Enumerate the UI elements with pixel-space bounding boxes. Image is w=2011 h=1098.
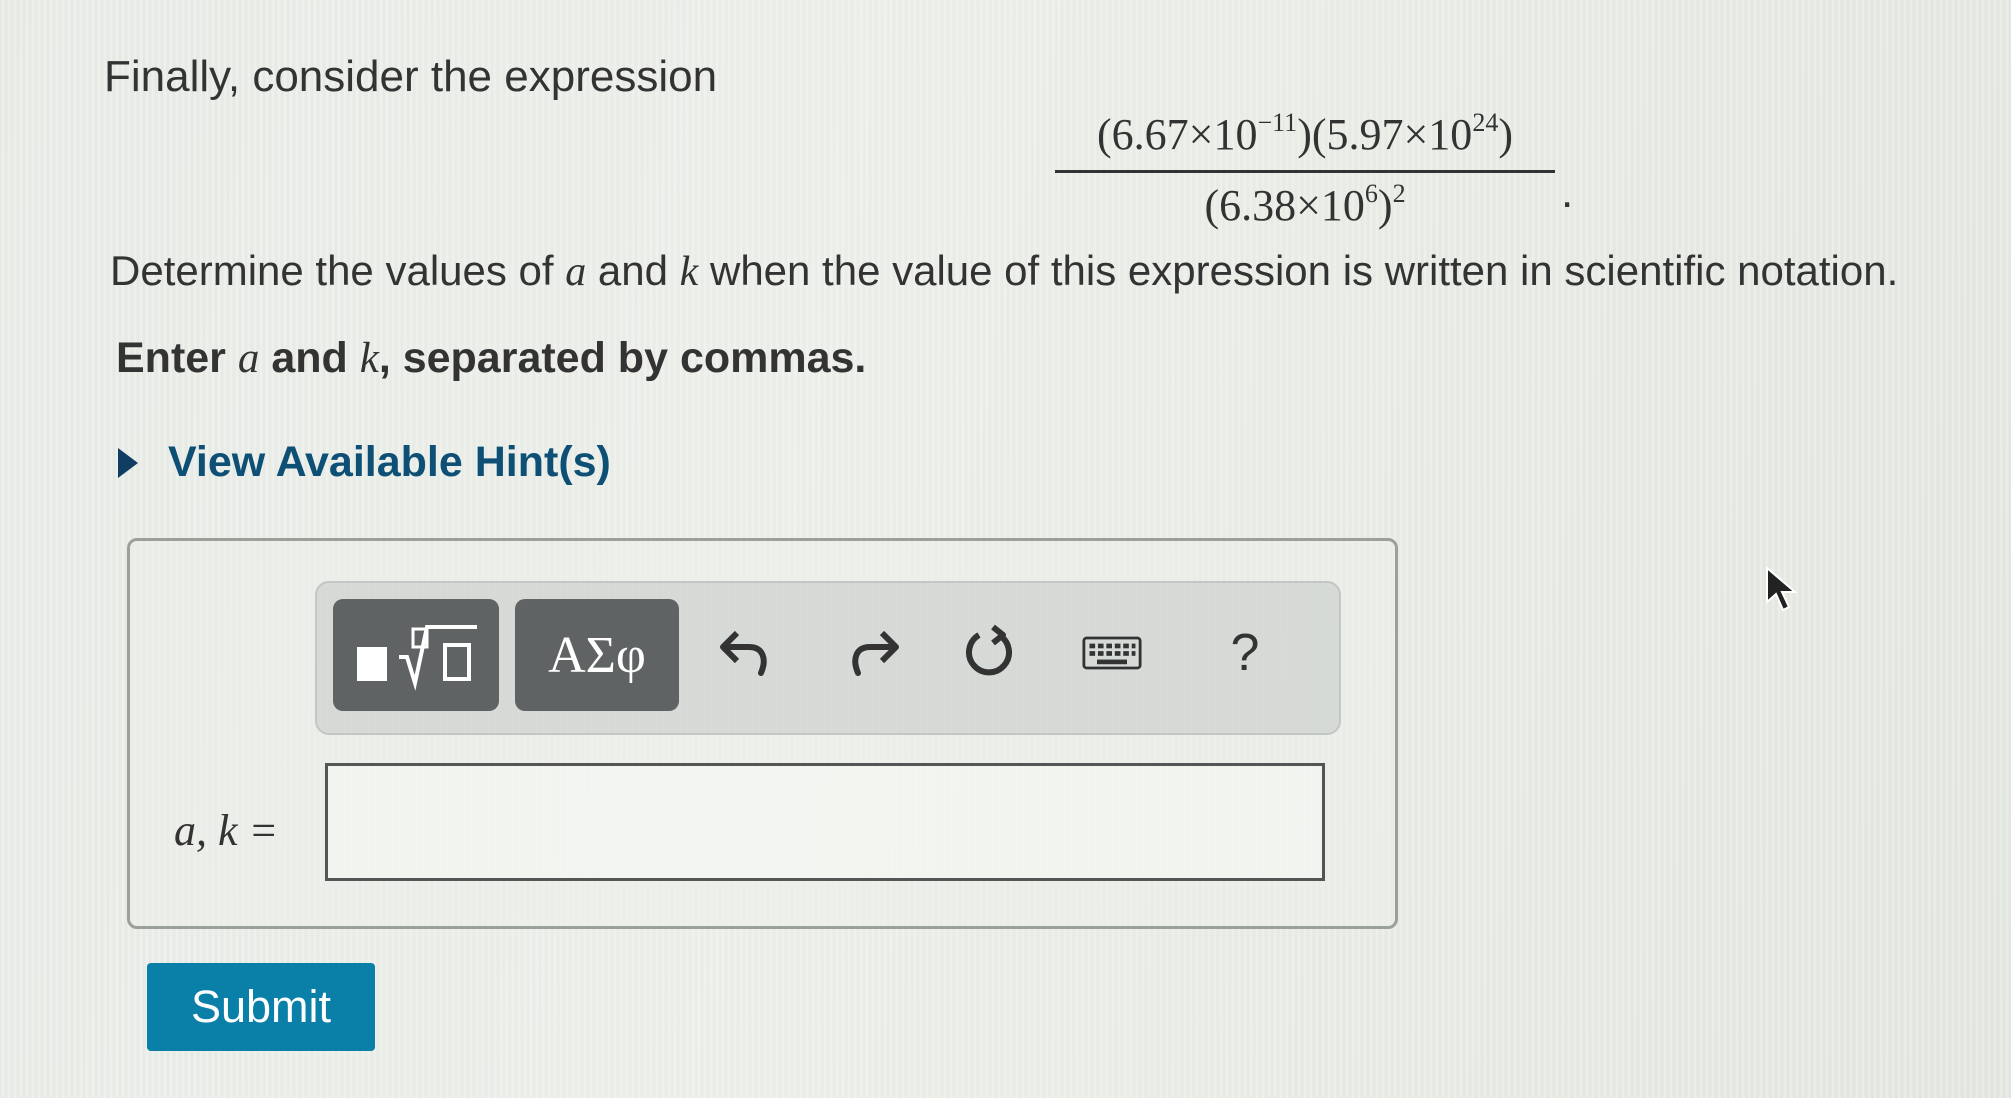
answer-input[interactable] <box>325 763 1325 881</box>
expression-denominator: (6.38×106)2 <box>1204 179 1406 230</box>
redo-icon <box>852 630 899 676</box>
math-expression: (6.67×10−11)(5.97×1024) (6.38×106)2 <box>1055 108 1555 231</box>
reset-icon <box>966 624 1012 676</box>
templates-icon <box>357 625 477 691</box>
view-hints-toggle[interactable]: View Available Hint(s) <box>118 438 611 487</box>
undo-button[interactable] <box>717 623 777 683</box>
mouse-cursor-icon <box>1766 566 1798 612</box>
expression-numerator: (6.67×10−11)(5.97×1024) <box>1055 108 1555 173</box>
keyboard-button[interactable] <box>1082 623 1142 683</box>
answer-label: a, k = <box>174 806 279 855</box>
redo-button[interactable] <box>842 623 902 683</box>
question-intro: Finally, consider the expression <box>104 52 718 101</box>
expression-period: . <box>1561 168 1574 217</box>
help-button[interactable]: ? <box>1215 623 1275 683</box>
submit-button[interactable]: Submit <box>147 963 375 1051</box>
undo-icon <box>720 630 767 676</box>
answer-panel: ΑΣφ ? a, k = <box>127 538 1398 929</box>
answer-instruction: Enter a and k, separated by commas. <box>116 334 867 382</box>
math-toolbar: ΑΣφ ? <box>315 581 1341 735</box>
triangle-right-icon <box>118 447 138 478</box>
keyboard-icon <box>1082 636 1142 670</box>
greek-symbols-button[interactable]: ΑΣφ <box>515 599 679 711</box>
reset-button[interactable] <box>959 623 1019 683</box>
templates-button[interactable] <box>333 599 499 711</box>
view-hints-label: View Available Hint(s) <box>168 438 611 486</box>
question-prompt: Determine the values of a and k when the… <box>110 247 1899 295</box>
